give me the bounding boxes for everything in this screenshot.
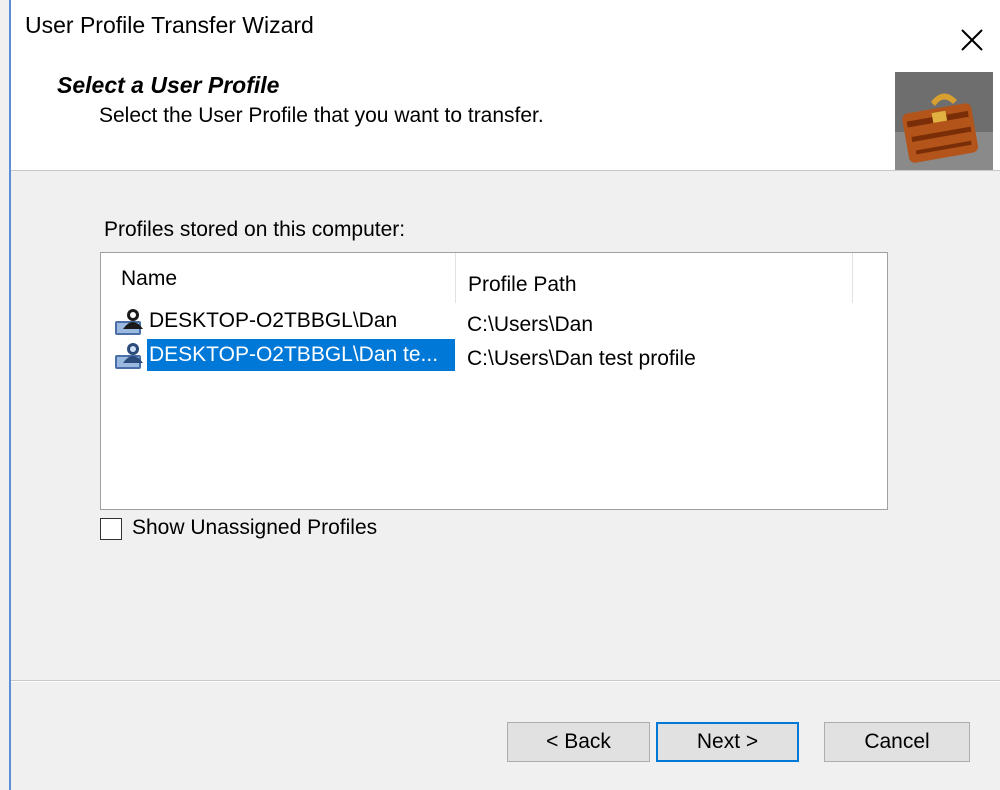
briefcase-icon <box>895 72 993 170</box>
checkbox-box[interactable] <box>100 518 122 540</box>
profile-path: C:\Users\Dan test profile <box>467 347 696 370</box>
wizard-header: Select a User Profile Select the User Pr… <box>11 58 1000 171</box>
profile-name: DESKTOP-O2TBBGL\Dan <box>149 309 398 332</box>
back-button[interactable]: < Back <box>507 722 650 762</box>
checkbox-label[interactable]: Show Unassigned Profiles <box>132 516 377 540</box>
profile-row[interactable]: DESKTOP-O2TBBGL\Dan C:\Users\Dan <box>101 305 885 339</box>
cancel-button[interactable]: Cancel <box>824 722 970 762</box>
column-header-name[interactable]: Name <box>101 253 456 303</box>
column-header-profile-path[interactable]: Profile Path <box>456 253 853 303</box>
page-subtitle: Select the User Profile that you want to… <box>99 104 544 127</box>
profile-name: DESKTOP-O2TBBGL\Dan te... <box>147 339 455 371</box>
page-title: Select a User Profile <box>57 72 280 98</box>
column-header-path-label: Profile Path <box>468 273 577 296</box>
profile-path: C:\Users\Dan <box>467 313 594 336</box>
next-button[interactable]: Next > <box>656 722 799 762</box>
profiles-listview[interactable]: Name Profile Path DESKTOP-O2TBBGL\Dan C:… <box>100 252 888 510</box>
footer-divider-highlight <box>11 681 1000 682</box>
window-title: User Profile Transfer Wizard <box>25 12 314 38</box>
close-button[interactable] <box>954 22 990 58</box>
user-profile-icon <box>115 343 143 369</box>
wizard-window: User Profile Transfer Wizard Select a Us… <box>0 0 1000 790</box>
profile-row-selected[interactable]: DESKTOP-O2TBBGL\Dan te... C:\Users\Dan t… <box>101 339 885 373</box>
close-icon <box>961 29 983 51</box>
user-profile-icon <box>115 309 143 335</box>
title-bar: User Profile Transfer Wizard <box>11 0 1000 58</box>
column-header-name-label: Name <box>121 267 178 290</box>
profiles-list-label: Profiles stored on this computer: <box>104 218 406 241</box>
